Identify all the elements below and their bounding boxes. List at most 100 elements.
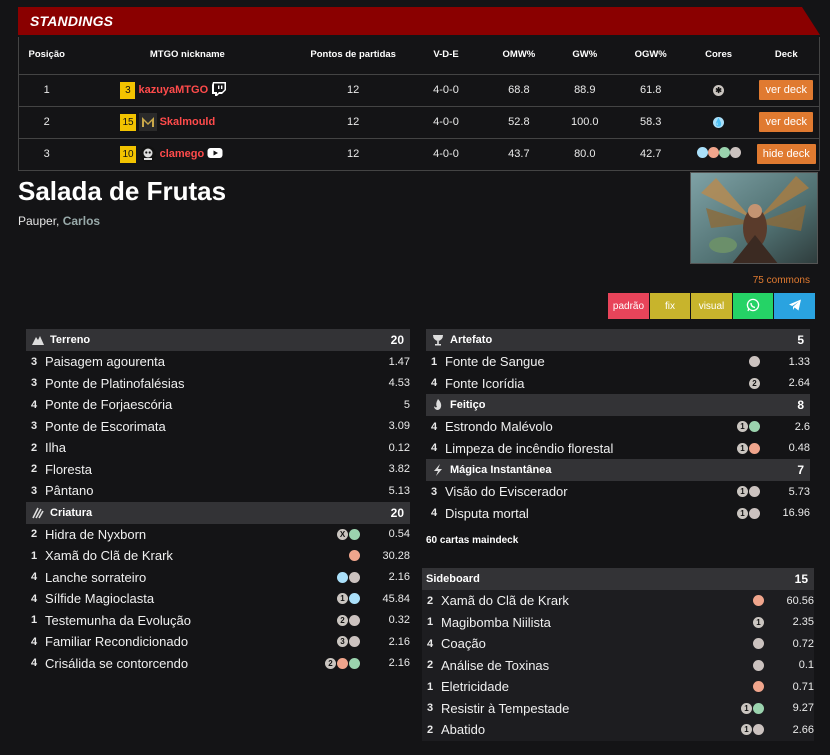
- omw: 43.7: [485, 138, 552, 171]
- card-name-link[interactable]: Visão do Eviscerador: [445, 484, 737, 499]
- card-name-link[interactable]: Xamã do Clã de Krark: [441, 593, 753, 608]
- card-row[interactable]: 3 Ponte de Escorimata 3.09: [26, 416, 410, 438]
- card-name-link[interactable]: Ponte de Platinofalésias: [45, 376, 360, 391]
- card-name-link[interactable]: Ponte de Forjaescória: [45, 397, 360, 412]
- card-row[interactable]: 2 Abatido 1 2.66: [422, 719, 814, 741]
- card-name-link[interactable]: Fonte Icorídia: [445, 376, 749, 391]
- card-row[interactable]: 3 Paisagem agourenta 1.47: [26, 351, 410, 373]
- card-price: 60.56: [786, 594, 814, 607]
- card-name-link[interactable]: Crisálida se contorcendo: [45, 656, 325, 671]
- card-row[interactable]: 4 Sílfide Magioclasta 1 45.84: [26, 588, 410, 610]
- card-row[interactable]: 2 Xamã do Clã de Krark 60.56: [422, 590, 814, 612]
- mana-cost: [749, 356, 760, 368]
- card-name-link[interactable]: Resistir à Tempestade: [441, 701, 741, 716]
- card-row[interactable]: 4 Coação 0.72: [422, 633, 814, 655]
- black-mana-icon: [749, 507, 760, 519]
- red-mana-icon: [753, 595, 764, 607]
- card-name-link[interactable]: Fonte de Sangue: [445, 354, 749, 369]
- card-row[interactable]: 3 Visão do Eviscerador 1 5.73: [426, 481, 810, 503]
- card-name-link[interactable]: Hidra de Nyxborn: [45, 527, 337, 542]
- mana-cost: 1: [737, 442, 760, 454]
- standings-banner: STANDINGS: [18, 7, 820, 35]
- card-name-link[interactable]: Xamã do Clã de Krark: [45, 548, 349, 563]
- card-row[interactable]: 2 Ilha 0.12: [26, 437, 410, 459]
- generic-mana-icon: 2: [337, 614, 348, 626]
- card-quantity: 2: [427, 723, 434, 736]
- card-row[interactable]: 3 Resistir à Tempestade 1 9.27: [422, 698, 814, 720]
- card-row[interactable]: 4 Estrondo Malévolo 1 2.6: [426, 416, 810, 438]
- youtube-icon[interactable]: [207, 145, 225, 163]
- artefato-card-list: 1 Fonte de Sangue 1.33 4 Fonte Icorídia 2 2.64: [426, 351, 810, 394]
- card-row[interactable]: 2 Hidra de Nyxborn X 0.54: [26, 524, 410, 546]
- green-mana-icon: [749, 421, 760, 433]
- card-price: 0.32: [388, 614, 410, 627]
- player-name-link[interactable]: Skalmould: [160, 116, 216, 128]
- card-name-link[interactable]: Magibomba Niilista: [441, 615, 753, 630]
- vde: 4-0-0: [406, 106, 486, 139]
- card-name-link[interactable]: Coação: [441, 636, 753, 651]
- telegram-icon: [788, 298, 802, 315]
- card-name-link[interactable]: Testemunha da Evolução: [45, 613, 337, 628]
- card-row[interactable]: 1 Eletricidade 0.71: [422, 676, 814, 698]
- card-row[interactable]: 1 Magibomba Niilista 1 2.35: [422, 612, 814, 634]
- card-name-link[interactable]: Paisagem agourenta: [45, 354, 360, 369]
- card-price: 5: [403, 398, 410, 411]
- card-row[interactable]: 4 Disputa mortal 1 16.96: [426, 503, 810, 525]
- card-row[interactable]: 1 Xamã do Clã de Krark 30.28: [26, 545, 410, 567]
- card-name-link[interactable]: Floresta: [45, 462, 360, 477]
- card-name-link[interactable]: Análise de Toxinas: [441, 658, 753, 673]
- card-name-link[interactable]: Familiar Recondicionado: [45, 634, 337, 649]
- deck-action-buttons: padrão fix visual: [608, 293, 815, 319]
- mana-cost: [753, 659, 764, 671]
- green-mana-icon: [718, 147, 730, 158]
- card-quantity: 3: [31, 355, 38, 368]
- card-name-link[interactable]: Ilha: [45, 440, 360, 455]
- twitch-icon[interactable]: [211, 81, 229, 99]
- card-name-link[interactable]: Sílfide Magioclasta: [45, 591, 337, 606]
- card-name-link[interactable]: Limpeza de incêndio florestal: [445, 441, 737, 456]
- card-row[interactable]: 2 Floresta 3.82: [26, 459, 410, 481]
- card-price: 5.13: [388, 484, 410, 497]
- position: 2: [18, 106, 75, 139]
- card-row[interactable]: 4 Familiar Recondicionado 3 2.16: [26, 631, 410, 653]
- card-row[interactable]: 1 Fonte de Sangue 1.33: [426, 351, 810, 373]
- card-name-link[interactable]: Pântano: [45, 483, 360, 498]
- fix-button[interactable]: fix: [650, 293, 690, 319]
- section-header-instantanea: Mágica Instantânea 7: [426, 459, 810, 481]
- standings-title: STANDINGS: [30, 13, 114, 29]
- generic-mana-icon: 1: [737, 507, 748, 519]
- blue-mana-icon: [337, 571, 348, 583]
- card-row[interactable]: 4 Crisálida se contorcendo 2 2.16: [26, 653, 410, 675]
- card-row[interactable]: 3 Pântano 5.13: [26, 480, 410, 502]
- card-name-link[interactable]: Eletricidade: [441, 679, 753, 694]
- card-name-link[interactable]: Lanche sorrateiro: [45, 570, 337, 585]
- ver-deck-button[interactable]: ver deck: [759, 80, 814, 100]
- ogw: 61.8: [617, 74, 684, 107]
- card-name-link[interactable]: Abatido: [441, 722, 741, 737]
- black-mana-icon: [749, 356, 760, 368]
- card-row[interactable]: 1 Testemunha da Evolução 2 0.32: [26, 610, 410, 632]
- player-name-link[interactable]: kazuyaMTGO: [138, 84, 208, 96]
- telegram-share-button[interactable]: [774, 293, 815, 319]
- hide-deck-button[interactable]: hide deck: [756, 144, 816, 164]
- card-name-link[interactable]: Ponte de Escorimata: [45, 419, 360, 434]
- card-row[interactable]: 3 Ponte de Platinofalésias 4.53: [26, 373, 410, 395]
- card-row[interactable]: 4 Fonte Icorídia 2 2.64: [426, 373, 810, 395]
- card-row[interactable]: 4 Ponte de Forjaescória 5: [26, 394, 410, 416]
- card-name-link[interactable]: Disputa mortal: [445, 506, 737, 521]
- generic-mana-icon: 2: [749, 377, 760, 389]
- blue-mana-icon: [696, 147, 708, 158]
- card-row[interactable]: 4 Limpeza de incêndio florestal 1 0.48: [426, 438, 810, 460]
- padrao-button[interactable]: padrão: [608, 293, 649, 319]
- whatsapp-share-button[interactable]: [733, 293, 773, 319]
- red-mana-icon: [707, 147, 719, 158]
- deck-author-link[interactable]: Carlos: [63, 214, 100, 228]
- card-row[interactable]: 2 Análise de Toxinas 0.1: [422, 655, 814, 677]
- ver-deck-button[interactable]: ver deck: [759, 112, 814, 132]
- card-price: 2.66: [792, 723, 814, 736]
- card-price: 30.28: [382, 549, 410, 562]
- card-name-link[interactable]: Estrondo Malévolo: [445, 419, 737, 434]
- visual-button[interactable]: visual: [691, 293, 732, 319]
- card-row[interactable]: 4 Lanche sorrateiro 2.16: [26, 567, 410, 589]
- player-name-link[interactable]: clamego: [160, 148, 205, 160]
